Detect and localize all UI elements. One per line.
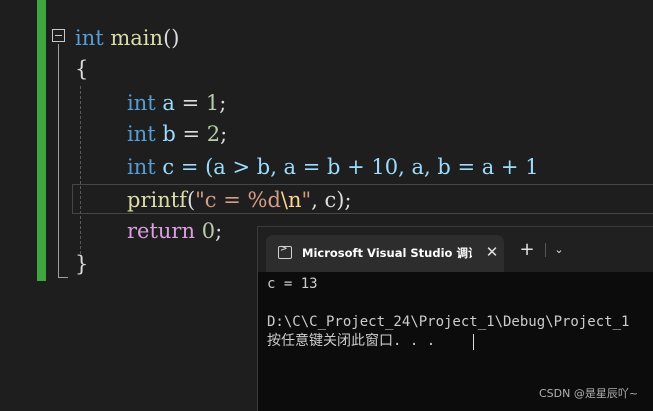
collapse-icon[interactable] xyxy=(52,29,65,42)
keyword-int: int xyxy=(127,122,156,146)
chevron-down-icon[interactable]: ⌄ xyxy=(551,239,567,261)
code-line-1[interactable]: int main() xyxy=(75,23,179,53)
code-text: () xyxy=(163,26,180,50)
open-brace: { xyxy=(75,57,89,81)
fold-guide-line xyxy=(58,44,59,278)
keyword-int: int xyxy=(75,26,104,50)
code-text: ; xyxy=(219,91,227,115)
keyword-int: int xyxy=(127,155,156,179)
console-output-line: D:\C\C_Project_24\Project_1\Debug\Projec… xyxy=(267,314,630,330)
watermark: CSDN @是星辰吖~ xyxy=(539,387,639,400)
string-literal: "c = %d xyxy=(195,188,281,212)
close-tab-button[interactable]: ✕ xyxy=(482,241,502,263)
terminal-icon xyxy=(278,244,292,259)
code-text: ( xyxy=(186,188,196,212)
code-text: = xyxy=(174,91,206,115)
new-tab-button[interactable]: + xyxy=(517,239,537,261)
variable-c: c xyxy=(162,155,175,179)
text-cursor xyxy=(473,334,474,350)
code-line-4[interactable]: int b = 2; xyxy=(127,119,227,149)
code-line-8[interactable]: } xyxy=(75,249,88,279)
code-text: ; xyxy=(215,219,223,243)
number-literal: 2 xyxy=(206,122,221,146)
code-line-5[interactable]: int c = (a > b, a = b + 10, a, b = a + 1 xyxy=(127,152,539,182)
close-brace: } xyxy=(75,252,89,276)
function-main: main xyxy=(110,26,164,50)
variable-b: b xyxy=(162,122,176,146)
code-text: , c); xyxy=(311,188,352,212)
code-text: = xyxy=(175,122,207,146)
code-line-7[interactable]: return 0; xyxy=(127,216,222,246)
console-output-line: 按任意键关闭此窗口. . . xyxy=(267,333,436,349)
function-printf: printf xyxy=(127,188,187,212)
code-line-3[interactable]: int a = 1; xyxy=(127,88,226,118)
debug-console-window[interactable]: Microsoft Visual Studio 调试控制台 ✕ + ⌄ c = … xyxy=(257,226,653,411)
variable-a: a xyxy=(162,91,175,115)
number-literal: 0 xyxy=(201,219,216,243)
change-indicator-bar xyxy=(37,0,46,281)
string-literal: " xyxy=(301,188,312,212)
code-line-6[interactable]: printf("c = %d\n", c); xyxy=(127,185,352,215)
code-line-2[interactable]: { xyxy=(75,54,88,84)
console-tab-title: Microsoft Visual Studio 调试控制台 xyxy=(302,246,472,260)
indent-guide xyxy=(80,86,81,254)
code-text: ; xyxy=(220,122,228,146)
console-tab-bar: Microsoft Visual Studio 调试控制台 ✕ + ⌄ xyxy=(258,227,653,272)
number-literal: 1 xyxy=(205,91,220,115)
code-expression: = (a > b, a = b + 10, a, b = a + 1 xyxy=(174,155,539,179)
escape-sequence: \n xyxy=(280,188,302,212)
console-output-line: c = 13 xyxy=(267,276,318,292)
fold-guide-end xyxy=(58,277,68,278)
console-tab[interactable]: Microsoft Visual Studio 调试控制台 ✕ xyxy=(266,235,504,272)
tab-separator xyxy=(545,243,546,257)
keyword-int: int xyxy=(127,91,156,115)
keyword-return: return xyxy=(127,219,195,243)
